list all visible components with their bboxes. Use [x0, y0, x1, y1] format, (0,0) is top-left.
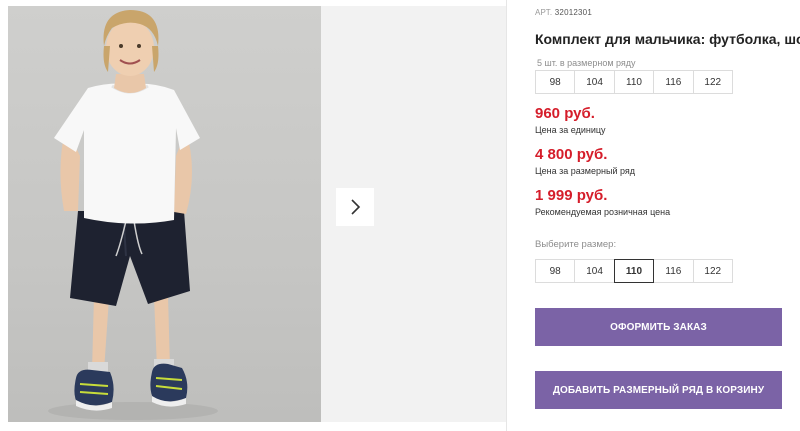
size-row-cell: 110 — [613, 70, 655, 94]
size-row-cell: 116 — [653, 70, 694, 94]
place-order-button[interactable]: Оформить заказ — [535, 308, 782, 346]
unit-price-label: Цена за единицу — [535, 125, 606, 135]
gallery-next-button[interactable] — [336, 188, 374, 226]
retail-price-label: Рекомендуемая розничная цена — [535, 207, 671, 217]
size-row-cell: 122 — [692, 70, 733, 94]
column-divider — [506, 0, 507, 431]
article-number: АРТ. 32012301 — [535, 8, 592, 17]
size-row-cell: 98 — [535, 70, 576, 94]
product-title: Комплект для мальчика: футболка, шорты — [535, 31, 800, 47]
product-photo[interactable] — [8, 6, 321, 422]
boy-illustration — [48, 10, 218, 420]
choose-size-label: Выберите размер: — [535, 239, 617, 250]
size-option-selected[interactable]: 110 — [613, 259, 655, 283]
article-value: 32012301 — [554, 8, 592, 17]
size-option[interactable]: 116 — [653, 259, 694, 283]
product-gallery — [8, 6, 506, 422]
retail-price: 1 999 руб. — [535, 187, 608, 204]
size-option[interactable]: 98 — [535, 259, 576, 283]
size-row-cell: 104 — [574, 70, 615, 94]
size-row-price-label: Цена за размерный ряд — [535, 166, 636, 176]
size-option[interactable]: 104 — [574, 259, 615, 283]
article-prefix: АРТ. — [535, 8, 553, 17]
size-row-price: 4 800 руб. — [535, 146, 608, 163]
size-row-hint: 5 шт. в размерном ряду — [537, 58, 636, 68]
size-row-list: 98 104 110 116 122 — [535, 70, 733, 94]
size-selector: 98 104 110 116 122 — [535, 259, 733, 283]
size-option[interactable]: 122 — [692, 259, 733, 283]
unit-price: 960 руб. — [535, 105, 595, 122]
chevron-right-icon — [351, 199, 361, 215]
add-to-cart-button[interactable]: Добавить размерный ряд в корзину — [535, 371, 782, 409]
